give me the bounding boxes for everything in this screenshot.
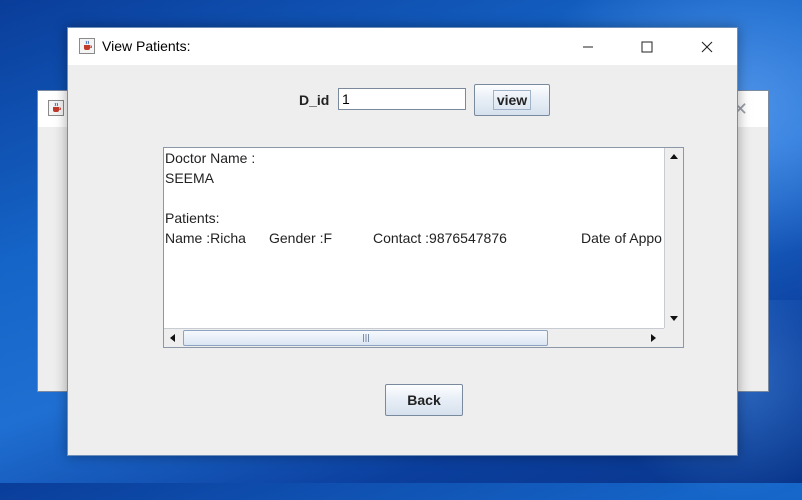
- patient-gender: Gender :F: [269, 230, 333, 246]
- doctor-id-input[interactable]: [338, 88, 466, 110]
- grip-icon: [362, 334, 369, 342]
- back-button[interactable]: Back: [385, 384, 463, 416]
- view-patients-window[interactable]: View Patients: D_id view Doctor Name : S…: [67, 27, 738, 456]
- patients-heading: Patients:: [165, 210, 220, 226]
- arrow-left-icon: [170, 334, 175, 342]
- patient-appointment-date: Date of Appo: [581, 230, 662, 246]
- patient-name: Name :Richa: [165, 230, 246, 246]
- doctor-name-label: Doctor Name :: [165, 150, 256, 166]
- scroll-up-button[interactable]: [665, 148, 683, 166]
- patients-output-textarea[interactable]: Doctor Name : SEEMA Patients: Name :Rich…: [164, 148, 664, 328]
- vertical-scrollbar[interactable]: [664, 148, 683, 328]
- window-title: View Patients:: [102, 38, 191, 54]
- minimize-button[interactable]: [565, 28, 611, 65]
- scroll-left-button[interactable]: [164, 329, 182, 347]
- titlebar[interactable]: View Patients:: [68, 28, 737, 65]
- patients-output-scrollpane[interactable]: Doctor Name : SEEMA Patients: Name :Rich…: [163, 147, 684, 348]
- arrow-down-icon: [670, 316, 678, 321]
- arrow-up-icon: [670, 154, 678, 159]
- horizontal-scroll-thumb[interactable]: [183, 330, 548, 346]
- arrow-right-icon: [651, 334, 656, 342]
- close-icon: [701, 41, 713, 52]
- close-button[interactable]: [684, 28, 730, 65]
- view-button[interactable]: view: [474, 84, 550, 116]
- patient-contact: Contact :9876547876: [373, 230, 507, 246]
- horizontal-scrollbar[interactable]: [164, 328, 664, 347]
- scroll-down-button[interactable]: [665, 309, 683, 327]
- view-button-label: view: [492, 90, 532, 110]
- doctor-name-value: SEEMA: [165, 170, 215, 186]
- doctor-id-label: D_id: [299, 92, 330, 108]
- scroll-right-button[interactable]: [644, 329, 662, 347]
- java-coffee-icon: [48, 100, 64, 116]
- maximize-button[interactable]: [624, 28, 670, 65]
- scrollbar-corner: [664, 328, 683, 347]
- minimize-icon: [583, 46, 593, 47]
- java-coffee-icon: [79, 38, 95, 54]
- maximize-icon: [641, 41, 653, 52]
